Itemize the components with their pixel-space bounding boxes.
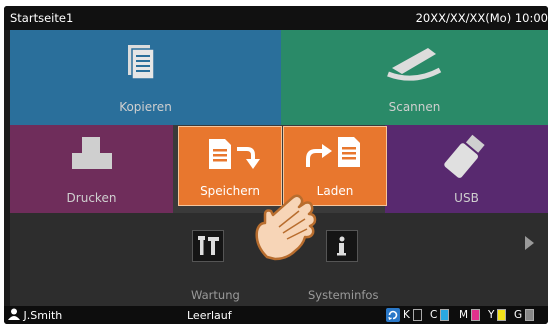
ink-c: C	[430, 308, 450, 321]
pointing-hand-icon	[255, 194, 317, 261]
datetime: 20XX/XX/XX(Mo) 10:00	[415, 11, 548, 25]
ink-y-level	[497, 308, 507, 321]
page-title: Startseite1	[10, 11, 74, 25]
ink-c-level	[440, 308, 450, 321]
tile-drucken-label: Drucken	[66, 191, 117, 205]
ink-k: K	[403, 308, 422, 321]
usb-stick-icon	[444, 134, 485, 178]
user-indicator[interactable]: J.Smith	[8, 308, 62, 322]
tile-scannen[interactable]: Scannen	[281, 30, 548, 125]
ink-g-level	[525, 308, 535, 321]
next-page-arrow-icon[interactable]	[525, 236, 534, 250]
wartung-label: Wartung	[191, 288, 240, 302]
refresh-icon[interactable]	[386, 308, 400, 324]
systeminfos-button[interactable]	[326, 230, 358, 262]
tools-icon	[198, 236, 219, 255]
user-icon	[8, 308, 20, 320]
tile-kopieren[interactable]: Kopieren	[10, 30, 281, 125]
document-load-icon	[306, 137, 360, 167]
ink-y: Y	[488, 308, 507, 321]
document-save-icon	[209, 139, 260, 169]
ink-g: G	[514, 308, 535, 321]
top-bar: Startseite1 20XX/XX/XX(Mo) 10:00	[4, 6, 548, 30]
tile-scannen-label: Scannen	[388, 100, 441, 114]
ink-m: M	[459, 308, 481, 321]
printer-icon	[72, 137, 112, 169]
machine-state: Leerlauf	[187, 309, 232, 322]
user-name: J.Smith	[23, 309, 63, 322]
copy-document-icon	[128, 45, 155, 80]
ink-m-level	[471, 308, 481, 321]
tile-kopieren-label: Kopieren	[119, 100, 172, 114]
tile-drucken[interactable]: Drucken	[10, 125, 173, 215]
printer-screen: Startseite1 20XX/XX/XX(Mo) 10:00 Kopiere…	[4, 6, 548, 324]
status-bar: J.Smith Leerlauf K C M Y G	[4, 306, 548, 324]
ink-k-level	[412, 308, 422, 321]
info-icon	[337, 236, 346, 256]
systeminfos-label: Systeminfos	[308, 288, 379, 302]
wartung-button[interactable]	[192, 230, 224, 262]
tile-usb-label: USB	[454, 191, 479, 205]
tile-usb[interactable]: USB	[385, 125, 548, 215]
scanner-icon	[387, 48, 442, 81]
